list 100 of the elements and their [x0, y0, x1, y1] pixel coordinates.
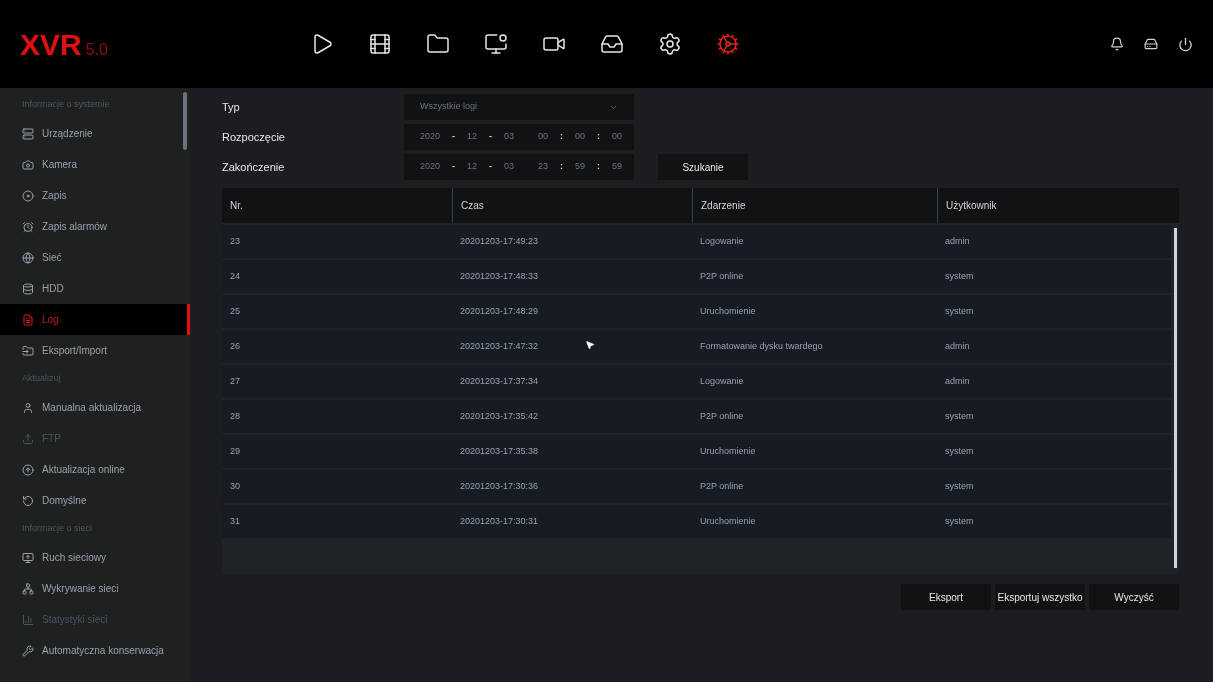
sidebar-item[interactable]: Zapis alarmów [0, 211, 190, 242]
sidebar-item[interactable]: Kamera [0, 149, 190, 180]
update-icon [22, 463, 34, 476]
person-icon [22, 401, 34, 414]
table-cell: 29 [230, 445, 240, 456]
sidebar-item[interactable]: Sieć [0, 242, 190, 273]
table-row[interactable]: 24 20201203-17:48:33 P2P online system [222, 260, 1171, 293]
scrollbar-thumb [183, 92, 187, 150]
separator: : [560, 160, 564, 174]
table-cell: 20201203-17:35:38 [460, 445, 539, 456]
table-cell: 20201203-17:49:23 [460, 235, 539, 246]
table-cell: 20201203-17:35:42 [460, 410, 539, 421]
sidebar-item[interactable]: Domyślne [0, 485, 190, 516]
column-header: Nr. [230, 199, 243, 213]
table-cell: system [945, 515, 974, 526]
date-part: 23 [538, 160, 549, 174]
table-cell: 20201203-17:30:36 [460, 480, 539, 491]
date-part: 03 [504, 160, 515, 174]
table-cell: 28 [230, 410, 240, 421]
action-button[interactable]: Eksportuj wszystko [995, 584, 1085, 610]
table-row[interactable]: 28 20201203-17:35:42 P2P online system [222, 400, 1171, 433]
table-cell: Formatowanie dysku twardego [700, 340, 823, 351]
gear-icon[interactable] [716, 32, 740, 56]
sidebar-item[interactable]: Log [0, 304, 190, 335]
camera-icon [22, 158, 34, 171]
table-row[interactable]: 31 20201203-17:30:31 Uruchomienie system [222, 505, 1171, 538]
film-icon[interactable] [368, 32, 392, 56]
sidebar-item[interactable]: Zapis [0, 180, 190, 211]
table-row[interactable]: 30 20201203-17:30:36 P2P online system [222, 470, 1171, 503]
table-cell: 23 [230, 235, 240, 246]
monitor-icon [22, 551, 34, 564]
log-type-dropdown[interactable]: Wszystkie logi [404, 94, 634, 120]
date-part: 2020 [420, 160, 441, 174]
bell-icon[interactable] [1110, 37, 1124, 51]
sidebar-item[interactable]: Urządzenie [0, 118, 190, 149]
table-row[interactable]: 29 20201203-17:35:38 Uruchomienie system [222, 435, 1171, 468]
disk-icon [22, 282, 34, 295]
monitor-icon[interactable] [484, 32, 508, 56]
separator: : [597, 130, 601, 144]
table-row[interactable]: 25 20201203-17:48:29 Uruchomienie system [222, 295, 1171, 328]
action-button[interactable]: Wyczyść [1089, 584, 1179, 610]
section-heading: Aktualizuj [21, 372, 62, 386]
sidebar-item[interactable]: Ruch sieciowy [0, 542, 190, 573]
date-part: 12 [467, 160, 478, 174]
table-cell: admin [945, 235, 970, 246]
sidebar-item[interactable]: Aktualizacja online [0, 454, 190, 485]
date-part: 12 [467, 130, 478, 144]
separator: : [597, 160, 601, 174]
date-part: 00 [612, 130, 623, 144]
table-cell: 20201203-17:48:29 [460, 305, 539, 316]
action-button[interactable]: Eksport [901, 584, 991, 610]
sidebar-item[interactable]: HDD [0, 273, 190, 304]
table-cell: 26 [230, 340, 240, 351]
table-cell: Logowanie [700, 375, 744, 386]
separator: - [489, 130, 493, 144]
sidebar-item[interactable]: Automatyczna konserwacja [0, 635, 190, 666]
table-cell: Logowanie [700, 235, 744, 246]
separator: - [452, 130, 456, 144]
power-icon[interactable] [1178, 36, 1193, 52]
sidebar-item[interactable]: Eksport/Import [0, 335, 190, 366]
table-cell: system [945, 305, 974, 316]
date-part: 03 [504, 130, 515, 144]
table-row[interactable]: 27 20201203-17:37:34 Logowanie admin [222, 365, 1171, 398]
sidebar-item[interactable]: Manualna aktualizacja [0, 392, 190, 423]
table-cell: 30 [230, 480, 240, 491]
mouse-cursor-icon [585, 340, 595, 350]
globe-icon [22, 251, 34, 264]
folder-icon[interactable] [426, 32, 450, 56]
logo: XVR [20, 26, 82, 63]
search-button[interactable]: Szukanie [658, 154, 748, 180]
separator: - [452, 160, 456, 174]
chart-icon [22, 613, 34, 626]
table-cell: Uruchomienie [700, 515, 756, 526]
network-icon [22, 582, 34, 595]
column-header: Użytkownik [946, 199, 997, 213]
tray-icon[interactable] [600, 32, 624, 56]
table-cell: Uruchomienie [700, 445, 756, 456]
separator: - [489, 160, 493, 174]
table-row[interactable]: 23 20201203-17:49:23 Logowanie admin [222, 225, 1171, 258]
column-header: Czas [461, 199, 484, 213]
table-cell: admin [945, 340, 970, 351]
log-icon [22, 313, 34, 326]
table-cell: Uruchomienie [700, 305, 756, 316]
reset-icon [22, 494, 34, 507]
date-part: 59 [612, 160, 623, 174]
separator: : [560, 130, 564, 144]
datetime-field[interactable]: 2020 - 12 - 03 23 : 59 : 59 [404, 154, 634, 180]
wrench-icon [22, 644, 34, 657]
field-label: Zakończenie [222, 159, 286, 175]
device-icon [22, 127, 34, 140]
upload-icon [22, 432, 34, 445]
sidebar-item[interactable]: Wykrywanie sieci [0, 573, 190, 604]
table-cell: system [945, 480, 974, 491]
field-label: Typ [222, 99, 241, 115]
date-part: 2020 [420, 130, 441, 144]
table-row[interactable]: 26 20201203-17:47:32 Formatowanie dysku twardego admin [222, 330, 1171, 363]
settings-icon[interactable] [658, 32, 682, 56]
table-cell: 20201203-17:47:32 [460, 340, 539, 351]
table-cell: system [945, 410, 974, 421]
datetime-field[interactable]: 2020 - 12 - 03 00 : 00 : 00 [404, 124, 634, 150]
